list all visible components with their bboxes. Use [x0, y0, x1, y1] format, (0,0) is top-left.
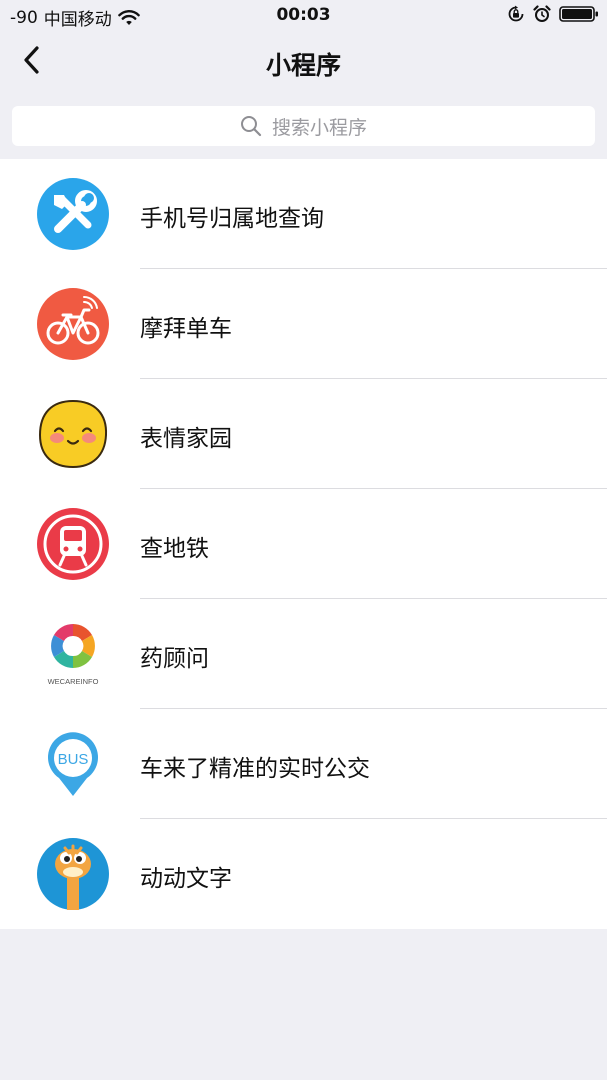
- subway-icon: [37, 508, 109, 580]
- battery-icon: [559, 5, 599, 27]
- search-input[interactable]: 搜索小程序: [12, 106, 595, 146]
- search-icon: [240, 115, 262, 137]
- list-item-phone-lookup[interactable]: 手机号归属地查询: [0, 159, 607, 269]
- svg-text:BUS: BUS: [58, 751, 89, 768]
- item-label: 摩拜单车: [140, 316, 232, 342]
- list-item-realtime-bus[interactable]: BUS 车来了精准的实时公交: [0, 709, 607, 819]
- item-label: 动动文字: [140, 866, 232, 892]
- item-label: 药顾问: [140, 646, 209, 672]
- page-title: 小程序: [265, 51, 341, 80]
- ostrich-icon: [37, 838, 109, 910]
- navigation-bar: 小程序: [0, 32, 607, 96]
- search-placeholder: 搜索小程序: [271, 116, 367, 139]
- list-item-emoji-home[interactable]: 表情家园: [0, 379, 607, 489]
- wecareinfo-logo-icon: WECAREINFO: [37, 618, 109, 690]
- status-bar: -90 中国移动 00:03: [0, 0, 607, 32]
- item-label: 表情家园: [140, 426, 232, 452]
- list-item-moving-text[interactable]: 动动文字: [0, 819, 607, 929]
- list-item-mobike[interactable]: 摩拜单车: [0, 269, 607, 379]
- rotation-lock-icon: [507, 5, 525, 27]
- list-item-subway[interactable]: 查地铁: [0, 489, 607, 599]
- bicycle-icon: [37, 288, 109, 360]
- mini-program-list: 手机号归属地查询 摩拜单车 表情家园 查地铁 WECAREINFO 药顾问 BU…: [0, 159, 607, 929]
- item-label: 车来了精准的实时公交: [140, 756, 370, 782]
- smiley-face-icon: [37, 398, 109, 470]
- list-item-drug-advisor[interactable]: WECAREINFO 药顾问: [0, 599, 607, 709]
- svg-text:WECAREINFO: WECAREINFO: [48, 677, 99, 686]
- status-right: [507, 5, 599, 27]
- tools-icon: [37, 178, 109, 250]
- item-label: 查地铁: [140, 536, 209, 562]
- item-label: 手机号归属地查询: [140, 206, 324, 232]
- bus-pin-icon: BUS: [37, 728, 109, 800]
- alarm-icon: [533, 5, 551, 27]
